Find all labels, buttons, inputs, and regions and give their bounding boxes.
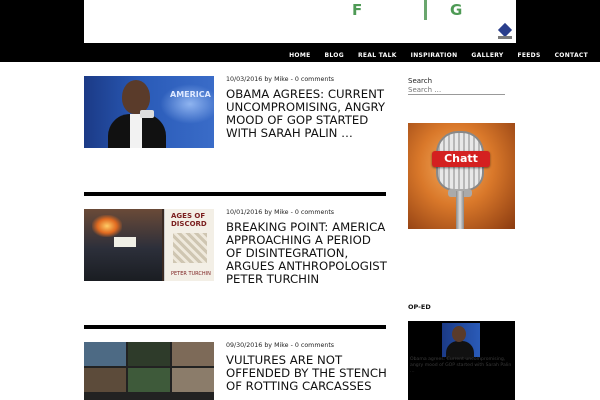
search-label: Search — [408, 77, 433, 85]
post-comments-link[interactable]: 0 comments — [295, 342, 334, 349]
op-ed-widget[interactable]: Obama agrees: Current uncompromising, an… — [408, 321, 515, 400]
banner-stem — [424, 0, 427, 20]
banner-letter-g: G — [450, 1, 463, 19]
diamond-icon — [497, 22, 513, 38]
post-author[interactable]: Mike — [274, 342, 288, 349]
op-ed-heading: OP-ED — [408, 303, 431, 311]
collage-tile — [128, 342, 170, 366]
main-nav: HOME BLOG REAL TALK INSPIRATION GALLERY … — [275, 52, 588, 59]
post-meta: 10/01/2016 by Mike - 0 comments — [226, 209, 334, 216]
collage-tile — [172, 342, 214, 366]
banner-badge-icon — [497, 22, 513, 40]
post-by: by — [264, 76, 273, 83]
collage-tile — [172, 368, 214, 392]
header-band: F G HOME BLOG REAL TALK INSPIRATION GALL… — [0, 0, 600, 62]
nav-real-talk[interactable]: REAL TALK — [358, 52, 397, 59]
figure-head — [452, 326, 466, 342]
post-by: by — [264, 209, 273, 216]
post-meta: 10/03/2016 by Mike - 0 comments — [226, 76, 334, 83]
collage-tile — [84, 342, 126, 366]
nav-inspiration[interactable]: INSPIRATION — [411, 52, 458, 59]
banner-letter-f: F — [352, 1, 363, 19]
book-title: AGES OF DISCORD — [171, 212, 207, 228]
post-title[interactable]: VULTURES ARE NOT OFFENDED BY THE STENCH … — [226, 354, 388, 393]
mic-stand — [456, 191, 464, 229]
collage-tile — [128, 368, 170, 392]
protest-sign — [114, 237, 136, 247]
nav-blog[interactable]: BLOG — [325, 52, 344, 59]
book-cover-art — [173, 233, 207, 263]
post-divider — [84, 192, 386, 196]
op-ed-excerpt[interactable]: Obama agrees: Current uncompromising, an… — [410, 357, 513, 375]
search-input[interactable] — [408, 86, 505, 95]
chatt-logo: Chatt — [432, 151, 490, 167]
post-thumbnail[interactable] — [84, 342, 214, 400]
fire-glow — [92, 215, 122, 237]
figure-head — [122, 80, 150, 114]
thumb-backdrop-text: AMERICA — [170, 90, 211, 99]
post-date: 10/03/2016 — [226, 76, 263, 83]
nav-contact[interactable]: CONTACT — [555, 52, 588, 59]
post-author[interactable]: Mike — [274, 209, 288, 216]
post-date: 10/01/2016 — [226, 209, 263, 216]
post-title[interactable]: BREAKING POINT: AMERICA APPROACHING A PE… — [226, 221, 388, 286]
post-sep: - — [290, 342, 293, 349]
post-divider — [84, 325, 386, 329]
post-comments-link[interactable]: 0 comments — [295, 76, 334, 83]
nav-gallery[interactable]: GALLERY — [471, 52, 503, 59]
collage-tile — [84, 368, 126, 392]
badge-caption-bar — [498, 36, 512, 39]
post-sep: - — [290, 76, 293, 83]
post-sep: - — [290, 209, 293, 216]
post-author[interactable]: Mike — [274, 76, 288, 83]
post-date: 09/30/2016 — [226, 342, 263, 349]
post-by: by — [264, 342, 273, 349]
post-thumbnail[interactable]: AMERICA — [84, 76, 214, 148]
nav-home[interactable]: HOME — [289, 52, 310, 59]
nav-feeds[interactable]: FEEDS — [517, 52, 540, 59]
op-ed-thumbnail[interactable] — [442, 323, 480, 359]
post-title[interactable]: OBAMA AGREES: CURRENT UNCOMPROMISING, AN… — [226, 88, 388, 140]
post-comments-link[interactable]: 0 comments — [295, 209, 334, 216]
microphone-icon — [140, 110, 154, 118]
chatt-ad-banner[interactable]: Chatt — [408, 123, 515, 229]
figure-shirt — [130, 114, 142, 148]
post-thumbnail[interactable]: AGES OF DISCORD PETER TURCHIN — [84, 209, 214, 281]
book-author: PETER TURCHIN — [171, 271, 211, 277]
post-meta: 09/30/2016 by Mike - 0 comments — [226, 342, 334, 349]
book-cover: AGES OF DISCORD PETER TURCHIN — [164, 209, 214, 281]
header-banner[interactable]: F G — [84, 0, 516, 43]
